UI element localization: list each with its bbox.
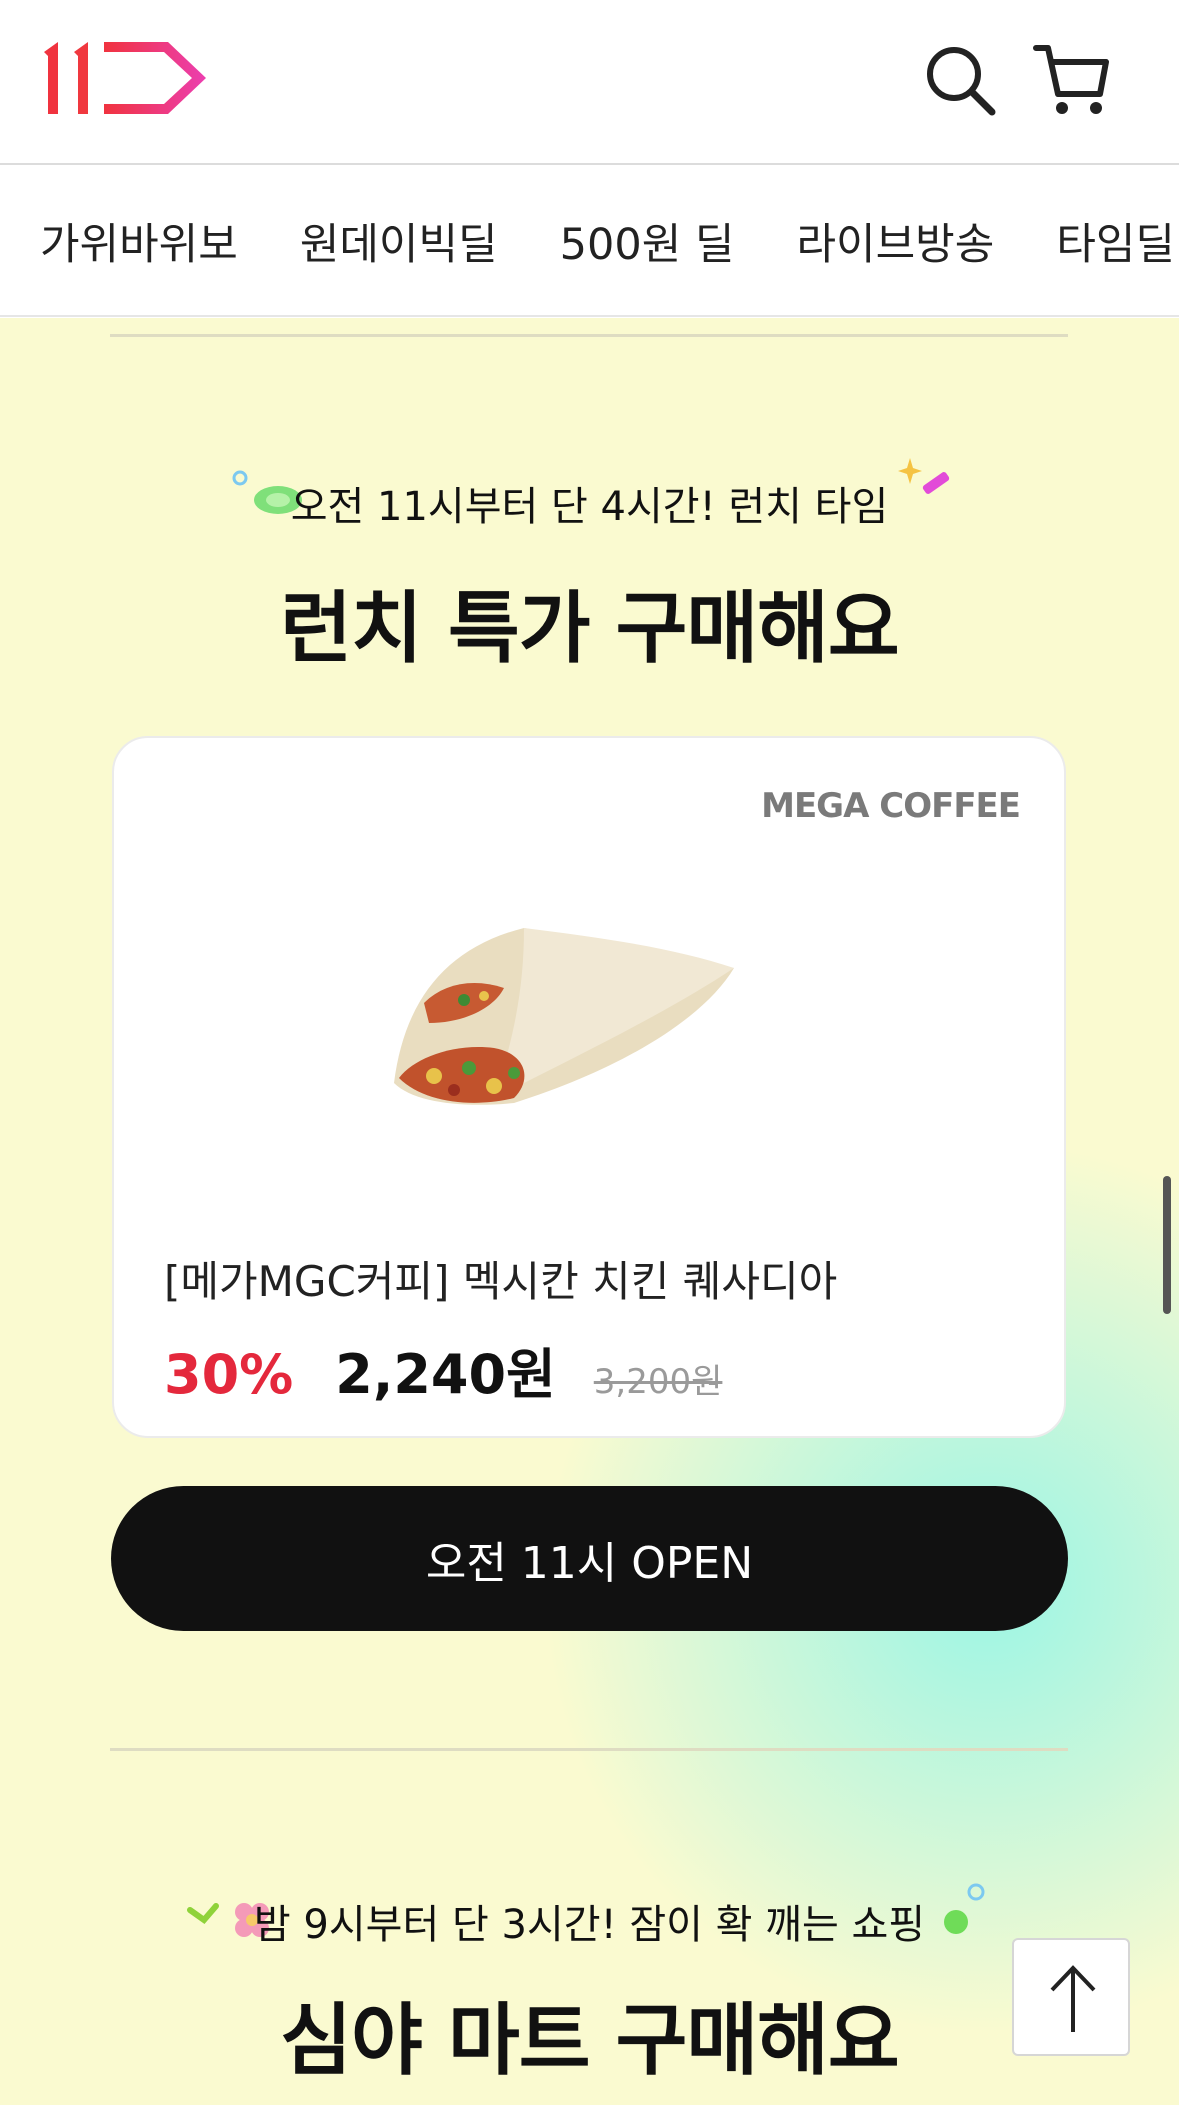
logo-11st[interactable] [40,38,210,118]
section-divider [110,1748,1068,1751]
scroll-top-button[interactable] [1012,1938,1130,2056]
lunch-subtitle: 오전 11시부터 단 4시간! 런치 타임 [290,484,889,530]
scrollbar[interactable] [1163,1176,1171,1314]
cart-icon[interactable] [1032,40,1112,120]
price-row: 30% 2,240원 3,200원 [164,1330,722,1409]
app-header [0,0,1179,165]
sparkle-icon-right [898,458,950,494]
section-divider [110,334,1068,337]
main-content: 오전 11시부터 단 4시간! 런치 타임 런치 특가 구매해요 MEGA CO… [0,318,1179,2105]
arrow-up-icon [1050,1965,1096,2032]
discount-rate: 30% [164,1343,294,1406]
original-price: 3,200원 [593,1362,723,1402]
category-nav: 가위바위보 원데이빅딜 500원 딜 라이브방송 타임딜 [0,167,1179,317]
product-image-quesadilla [394,928,734,1105]
lunch-title: 런치 특가 구매해요 [280,584,899,674]
nav-item-rps[interactable]: 가위바위보 [40,210,238,272]
night-subtitle: 밤 9시부터 단 3시간! 잠이 확 깨는 쇼핑 [253,1902,926,1948]
sparkle-icon-right [944,1883,985,1934]
search-icon[interactable] [920,40,1000,120]
nav-item-timedeal[interactable]: 타임딜 [1056,210,1175,272]
product-card[interactable]: MEGA COFFEE [메가MGC커피] 멕시칸 치킨 퀘사디아 30% 2,… [112,736,1066,1438]
nav-item-oneday-deal[interactable]: 원데이빅딜 [300,210,498,272]
product-name: [메가MGC커피] 멕시칸 치킨 퀘사디아 [164,1257,838,1306]
nav-item-live[interactable]: 라이브방송 [797,210,995,272]
brand-logo: MEGA COFFEE [761,786,1021,826]
open-button[interactable]: 오전 11시 OPEN [111,1486,1068,1631]
nav-item-500won-deal[interactable]: 500원 딜 [560,210,735,272]
sale-price: 2,240원 [335,1343,556,1406]
night-title: 심야 마트 구매해요 [280,1996,899,2086]
